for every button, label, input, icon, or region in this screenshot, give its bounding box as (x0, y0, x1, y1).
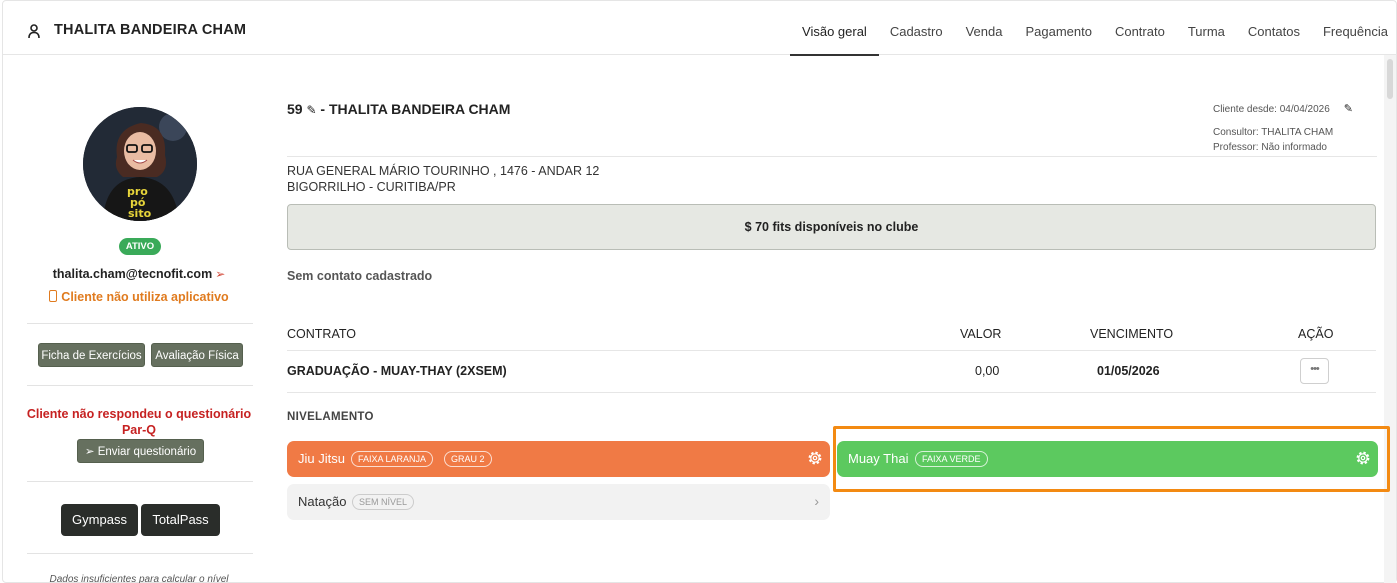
consultant: Consultor: THALITA CHAM (1213, 127, 1334, 138)
client-since-row: Cliente desde: 04/04/2026 ✎ (1213, 102, 1353, 117)
tab-bar: Visão geral Cadastro Venda Pagamento Con… (779, 1, 1397, 56)
header-action: AÇÃO (1298, 327, 1334, 341)
scrollbar[interactable] (1384, 55, 1396, 583)
belt-badge: FAIXA LARANJA (351, 451, 434, 467)
level-jiu-jitsu[interactable]: Jiu Jitsu FAIXA LARANJA GRAU 2 (287, 441, 830, 477)
client-since: Cliente desde: 04/04/2026 (1213, 104, 1330, 115)
avaliacao-fisica-button[interactable]: Avaliação Física (151, 343, 243, 367)
parq-line-2: Par-Q (121, 423, 157, 437)
client-sidebar: pro pó sito ATIVO thalita.cham@tecnofit.… (25, 56, 253, 583)
client-title-name: - THALITA BANDEIRA CHAM (320, 101, 511, 117)
client-header: THALITA BANDEIRA CHAM Visão geral Cadast… (3, 1, 1397, 56)
tab-pagamento[interactable]: Pagamento (1025, 1, 1092, 55)
ficha-exercicios-button[interactable]: Ficha de Exercícios (38, 343, 145, 367)
send-icon: ➢ (84, 446, 95, 458)
header-value: VALOR (960, 327, 1002, 341)
divider (27, 553, 253, 554)
send-icon[interactable]: ➢ (215, 267, 225, 281)
phone-icon (49, 290, 58, 302)
tab-contatos[interactable]: Contatos (1248, 1, 1300, 55)
client-card: THALITA BANDEIRA CHAM Visão geral Cadast… (2, 0, 1397, 583)
address-line-1: RUA GENERAL MÁRIO TOURINHO , 1476 - ANDA… (287, 164, 600, 178)
level-natacao[interactable]: Natação SEM NÍVEL › (287, 484, 830, 520)
highlight-box (833, 426, 1390, 492)
contract-due: 01/05/2026 (1097, 364, 1160, 378)
level-badge: SEM NÍVEL (352, 494, 415, 510)
tab-venda[interactable]: Venda (966, 1, 1003, 55)
divider (287, 156, 1377, 157)
client-title: 59 ✎ - THALITA BANDEIRA CHAM (287, 101, 510, 117)
no-app-warning: Cliente não utiliza aplicativo (25, 290, 253, 304)
teacher: Professor: Não informado (1213, 142, 1327, 153)
modality-name: Jiu Jitsu (298, 451, 345, 466)
divider (287, 350, 1376, 351)
gympass-button[interactable]: Gympass (61, 504, 138, 536)
divider (27, 385, 253, 386)
modality-name: Natação (298, 494, 347, 509)
edit-pencil-icon[interactable]: ✎ (1344, 102, 1353, 117)
contract-action-button[interactable]: ••• (1300, 358, 1329, 384)
send-questionnaire-button[interactable]: ➢ Enviar questionário (77, 439, 204, 463)
tab-contrato[interactable]: Contrato (1115, 1, 1165, 55)
tab-cadastro[interactable]: Cadastro (890, 1, 943, 55)
edit-pencil-icon[interactable]: ✎ (306, 103, 316, 117)
divider (27, 323, 253, 324)
address: RUA GENERAL MÁRIO TOURINHO , 1476 - ANDA… (287, 163, 599, 195)
fits-balance: $ 70 fits disponíveis no clube (287, 204, 1376, 250)
parq-line-1: Cliente não respondeu o questionário (26, 407, 252, 421)
totalpass-button[interactable]: TotalPass (141, 504, 220, 536)
gear-icon[interactable] (807, 450, 823, 466)
divider (287, 392, 1376, 393)
avatar: pro pó sito (83, 107, 197, 221)
scrollbar-thumb[interactable] (1387, 59, 1393, 99)
header-due: VENCIMENTO (1090, 327, 1174, 341)
header-client-name: THALITA BANDEIRA CHAM (54, 22, 247, 38)
address-line-2: BIGORRILHO - CURITIBA/PR (287, 180, 456, 194)
client-meta: Cliente desde: 04/04/2026 ✎ Consultor: T… (1213, 102, 1353, 155)
leveling-title: NIVELAMENTO (287, 411, 374, 423)
user-icon (28, 24, 40, 39)
send-questionnaire-label: Enviar questionário (97, 446, 197, 458)
no-app-text: Cliente não utiliza aplicativo (61, 290, 229, 304)
client-id: 59 (287, 101, 303, 117)
tab-turma[interactable]: Turma (1188, 1, 1225, 55)
contract-name: GRADUAÇÃO - MUAY-THAY (2XSEM) (287, 364, 507, 378)
email-text: thalita.cham@tecnofit.com (52, 267, 213, 281)
no-contact-text: Sem contato cadastrado (287, 269, 433, 283)
header-contract: CONTRATO (287, 327, 356, 341)
status-badge: ATIVO (119, 238, 161, 255)
svg-text:sito: sito (128, 207, 152, 220)
tab-visao-geral[interactable]: Visão geral (790, 1, 879, 56)
avatar-photo: pro pó sito (83, 107, 197, 221)
degree-badge: GRAU 2 (444, 451, 492, 467)
tab-frequencia[interactable]: Frequência (1323, 1, 1388, 55)
client-overview: 59 ✎ - THALITA BANDEIRA CHAM Cliente des… (287, 56, 1379, 583)
contract-value: 0,00 (975, 364, 1000, 378)
chevron-right-icon[interactable]: › (814, 493, 819, 509)
divider (27, 481, 253, 482)
insufficient-data-note: Dados insuficientes para calcular o níve… (49, 574, 229, 583)
client-email: thalita.cham@tecnofit.com ➢ (25, 267, 253, 281)
parq-warning: Cliente não respondeu o questionário Par… (25, 406, 253, 438)
